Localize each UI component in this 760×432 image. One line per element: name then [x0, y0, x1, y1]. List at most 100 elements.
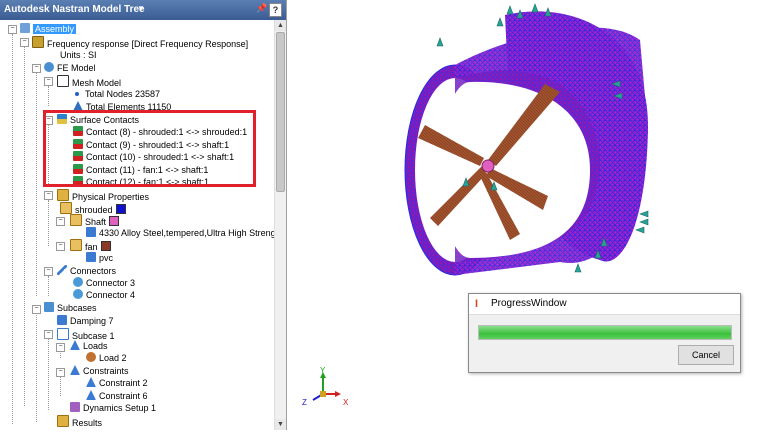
collapse-toggle[interactable]: −	[56, 368, 65, 377]
tree-item-label: pvc	[99, 253, 114, 263]
tree-item-constraint-2[interactable]: Constraint 2	[86, 377, 148, 389]
subcases-icon	[44, 302, 54, 312]
collapse-toggle[interactable]: −	[56, 343, 65, 352]
tree-item-total-nodes[interactable]: Total Nodes 23587	[73, 88, 160, 100]
collapse-toggle[interactable]: −	[32, 64, 41, 73]
panel-dropdown-icon[interactable]: ▼	[137, 4, 145, 13]
tree-item-label: Constraint 2	[99, 378, 148, 388]
node-dot-icon	[75, 92, 79, 96]
tree-item-analysis[interactable]: Frequency response [Direct Frequency Res…	[32, 36, 249, 49]
subcase-icon	[57, 328, 69, 340]
panel-title[interactable]: Autodesk Nastran Model Tree	[4, 4, 145, 15]
tree-item-material-fan[interactable]: pvc	[86, 252, 113, 264]
analysis-icon	[32, 36, 44, 48]
tree-item-fe-model[interactable]: FE Model	[44, 62, 96, 74]
tree-item-label: Connector 4	[86, 290, 136, 300]
tree-item-prop-shaft[interactable]: Shaft	[70, 214, 120, 227]
property-icon	[60, 202, 72, 214]
axis-label-y: Y	[320, 366, 326, 375]
model-tree-panel: Autodesk Nastran Model Tree ▼ 📌 ? − Asse…	[0, 0, 287, 430]
tree-item-subcases[interactable]: Subcases	[44, 302, 97, 314]
tree-item-units[interactable]: Units : SI	[60, 49, 97, 61]
tree-item-label: Results	[72, 418, 103, 428]
tree-item-label: Mesh Model	[72, 78, 122, 88]
progress-window-titlebar[interactable]: I ProgressWindow	[469, 294, 740, 315]
tree-item-constraints[interactable]: Constraints	[70, 365, 129, 377]
collapse-toggle[interactable]: −	[56, 217, 65, 226]
connector-icon	[73, 289, 83, 299]
tree-item-loads[interactable]: Loads	[70, 340, 108, 352]
collapse-toggle[interactable]: −	[44, 191, 53, 200]
fe-model-icon	[44, 62, 54, 72]
tree-item-label: 4330 Alloy Steel,tempered,Ultra High Str…	[99, 228, 284, 238]
scroll-down-icon[interactable]: ▼	[275, 419, 286, 430]
tree-item-label: fan	[85, 242, 98, 252]
tree-item-label: Total Nodes 23587	[85, 89, 161, 99]
tree-item-physical-properties[interactable]: Physical Properties	[57, 189, 150, 202]
tree-item-label: Shaft	[85, 217, 107, 227]
collapse-toggle[interactable]: −	[44, 267, 53, 276]
collapse-toggle[interactable]: −	[56, 242, 65, 251]
assembly-icon	[20, 23, 30, 33]
tree-item-label: Assembly	[33, 24, 77, 34]
axis-label-x: X	[343, 398, 349, 407]
tree-item-label: Frequency response [Direct Frequency Res…	[47, 39, 249, 49]
app-icon: I	[475, 298, 479, 310]
dynamics-icon	[70, 402, 80, 412]
load-icon	[86, 352, 96, 362]
tree-item-connector-3[interactable]: Connector 3	[73, 277, 135, 289]
property-icon	[70, 214, 82, 226]
constraints-icon	[70, 365, 80, 375]
tree-item-load-2[interactable]: Load 2	[86, 352, 127, 364]
collapse-toggle[interactable]: −	[44, 330, 53, 339]
constraint-icon	[86, 377, 96, 387]
color-swatch	[115, 204, 126, 214]
scroll-thumb[interactable]	[276, 32, 285, 192]
collapse-toggle[interactable]: −	[44, 77, 53, 86]
tree-item-label: Constraints	[83, 366, 129, 376]
highlight-annotation-box	[43, 110, 256, 187]
properties-icon	[57, 189, 69, 201]
collapse-toggle[interactable]: −	[8, 25, 17, 34]
material-icon	[86, 227, 96, 237]
help-icon[interactable]: ?	[269, 3, 282, 17]
constraint-icon	[86, 390, 96, 400]
tree-item-constraint-6[interactable]: Constraint 6	[86, 390, 148, 402]
tree-item-label: Constraint 6	[99, 391, 148, 401]
tree-item-mesh-model[interactable]: Mesh Model	[57, 75, 122, 88]
pin-icon[interactable]: 📌	[256, 3, 267, 15]
collapse-toggle[interactable]: −	[20, 38, 29, 47]
tree-item-label: Dynamics Setup 1	[83, 403, 157, 413]
tree-item-label: Subcases	[57, 303, 97, 313]
tree-item-label: Units : SI	[60, 50, 97, 60]
panel-header: Autodesk Nastran Model Tree ▼ 📌 ?	[0, 0, 286, 20]
tree-item-dynamics-setup[interactable]: Dynamics Setup 1	[70, 402, 156, 414]
tree-item-prop-fan[interactable]: fan	[70, 239, 111, 252]
axis-label-z: Z	[302, 398, 307, 407]
loads-icon	[70, 340, 80, 350]
tree-scrollbar[interactable]: ▲ ▼	[274, 20, 286, 430]
scroll-up-icon[interactable]: ▲	[275, 20, 286, 31]
results-icon	[57, 415, 69, 427]
tree-item-label: Connectors	[70, 266, 117, 276]
tree-item-assembly[interactable]: Assembly	[20, 23, 77, 35]
progress-window: I ProgressWindow Cancel	[468, 293, 741, 373]
tree-item-connectors[interactable]: Connectors	[57, 265, 116, 277]
connector-icon	[57, 265, 67, 275]
color-swatch	[109, 216, 120, 226]
tree-item-label: Loads	[83, 341, 108, 351]
mesh-icon	[57, 75, 69, 87]
tree-item-prop-shrouded[interactable]: shrouded	[60, 202, 126, 215]
tree-item-label: Physical Properties	[72, 192, 150, 202]
tree-item-label: Connector 3	[86, 278, 136, 288]
tree-item-results[interactable]: Results	[57, 415, 103, 428]
tree-item-subcase-1[interactable]: Subcase 1	[57, 328, 115, 341]
progress-window-title: ProgressWindow	[491, 298, 567, 309]
collapse-toggle[interactable]: −	[32, 305, 41, 314]
tree-item-damping[interactable]: Damping 7	[57, 315, 114, 327]
cancel-button[interactable]: Cancel	[678, 345, 734, 365]
tree-item-connector-4[interactable]: Connector 4	[73, 289, 135, 301]
damping-icon	[57, 315, 67, 325]
tree-item-label: Damping 7	[70, 316, 114, 326]
tree-item-material-shaft[interactable]: 4330 Alloy Steel,tempered,Ultra High Str…	[86, 227, 283, 239]
